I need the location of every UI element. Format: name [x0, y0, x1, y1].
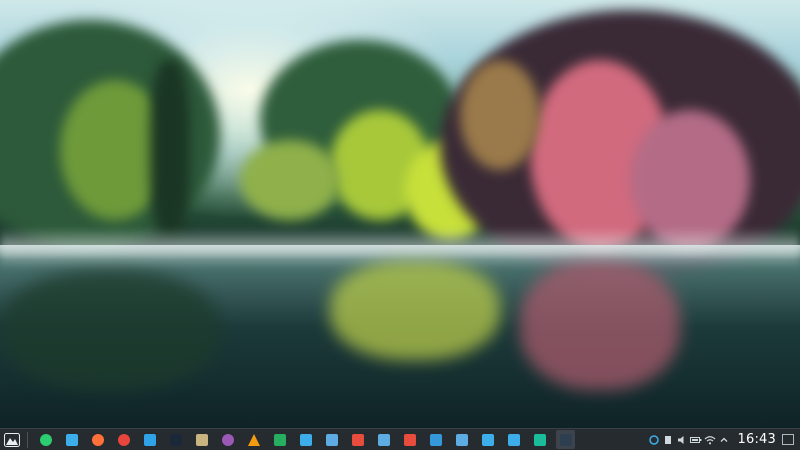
- network-share-icon[interactable]: [648, 434, 660, 446]
- taskbar-app-image-viewer[interactable]: [478, 430, 497, 449]
- taskbar-app-clipboard[interactable]: [452, 430, 471, 449]
- chrome-icon: [117, 433, 130, 446]
- show-desktop-icon[interactable]: [782, 434, 794, 445]
- taskbar-app-terminal[interactable]: [556, 430, 575, 449]
- taskbar-app-pdf-reader[interactable]: [348, 430, 367, 449]
- wallpaper-tree-dark: [150, 60, 190, 240]
- wallpaper-reflection-dark: [0, 270, 220, 390]
- mountain-logo-icon: [4, 432, 20, 447]
- slides-icon: [299, 433, 312, 446]
- paper-plane-icon: [143, 433, 156, 446]
- taskbar-separator: [27, 431, 28, 448]
- clipboard-icon: [455, 433, 468, 446]
- taskbar-app-system-settings[interactable]: [36, 430, 55, 449]
- application-launcher-button[interactable]: [1, 429, 23, 450]
- firefox-icon: [91, 433, 104, 446]
- battery-icon[interactable]: [689, 434, 702, 446]
- vlc-cone-icon: [247, 433, 260, 446]
- wallpaper-reflection-green: [330, 260, 500, 360]
- taskbar-app-telegram[interactable]: [140, 430, 159, 449]
- taskbar-app-downloader[interactable]: [530, 430, 549, 449]
- taskbar-app-office-doc[interactable]: [400, 430, 419, 449]
- swirl-icon: [221, 433, 234, 446]
- taskbar-app-firefox[interactable]: [88, 430, 107, 449]
- gamepad-icon: [195, 433, 208, 446]
- wallpaper-tree-olive: [240, 140, 340, 220]
- taskbar-app-writer[interactable]: [426, 430, 445, 449]
- taskbar-app-vlc[interactable]: [244, 430, 263, 449]
- image-icon: [481, 433, 494, 446]
- pdf-icon: [351, 433, 364, 446]
- volume-icon[interactable]: [676, 434, 688, 446]
- wifi-icon[interactable]: [704, 434, 716, 446]
- taskbar-app-game-launcher[interactable]: [192, 430, 211, 449]
- terminal-icon: [559, 433, 572, 446]
- digital-clock[interactable]: 16:43: [738, 432, 776, 447]
- spreadsheet-icon: [273, 433, 286, 446]
- steam-icon: [169, 433, 182, 446]
- chevron-up-icon[interactable]: [718, 434, 730, 446]
- taskbar-app-chrome[interactable]: [114, 430, 133, 449]
- taskbar-app-text-doc[interactable]: [374, 430, 393, 449]
- taskbar: 16:43: [0, 428, 800, 450]
- wallpaper-tree-brown: [460, 60, 540, 170]
- office-doc-icon: [403, 433, 416, 446]
- gear-circle-icon: [39, 433, 52, 446]
- document-icon: [325, 433, 338, 446]
- text-document-icon: [377, 433, 390, 446]
- task-manager: [36, 430, 575, 449]
- download-icon: [533, 433, 546, 446]
- camera-icon: [507, 433, 520, 446]
- wallpaper-reflection-pink: [520, 260, 680, 390]
- taskbar-app-media[interactable]: [218, 430, 237, 449]
- taskbar-app-spreadsheet[interactable]: [270, 430, 289, 449]
- taskbar-app-presentation[interactable]: [296, 430, 315, 449]
- system-tray: 16:43: [648, 429, 800, 450]
- wallpaper-mist: [0, 228, 800, 268]
- taskbar-app-file-manager[interactable]: [62, 430, 81, 449]
- taskbar-app-screenshot[interactable]: [504, 430, 523, 449]
- writer-icon: [429, 433, 442, 446]
- taskbar-app-document-viewer[interactable]: [322, 430, 341, 449]
- storage-icon[interactable]: [662, 434, 674, 446]
- desktop-wallpaper: [0, 0, 800, 428]
- taskbar-app-steam[interactable]: [166, 430, 185, 449]
- folder-icon: [65, 433, 78, 446]
